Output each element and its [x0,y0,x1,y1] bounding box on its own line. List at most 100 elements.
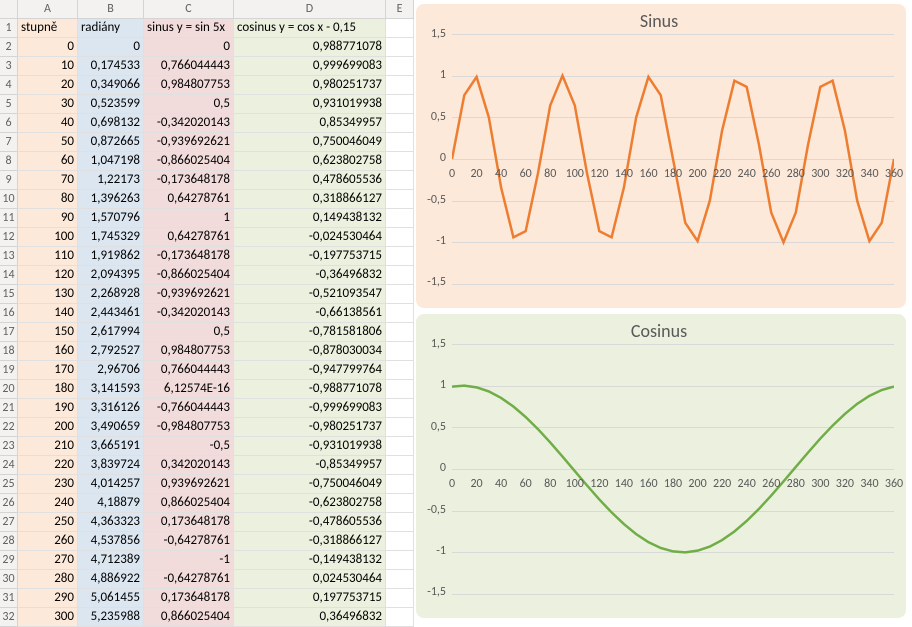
cell-A4[interactable]: 20 [18,76,78,95]
cell-E25[interactable] [386,475,414,494]
row-header[interactable]: 16 [0,304,18,323]
cell-B14[interactable]: 2,094395 [78,266,144,285]
data-grid[interactable]: A B C D E 1stupněradiánysinus y = sin 5x… [0,0,414,627]
row-header[interactable]: 20 [0,380,18,399]
cell-B10[interactable]: 1,396263 [78,190,144,209]
cell-D26[interactable]: -0,623802758 [234,494,386,513]
cell-D5[interactable]: 0,931019938 [234,95,386,114]
cell-A32[interactable]: 300 [18,608,78,627]
cell-A23[interactable]: 210 [18,437,78,456]
row-header[interactable]: 7 [0,133,18,152]
cell-E3[interactable] [386,57,414,76]
cell-D24[interactable]: -0,85349957 [234,456,386,475]
cell-B6[interactable]: 0,698132 [78,114,144,133]
cell-A31[interactable]: 290 [18,589,78,608]
row-header[interactable]: 15 [0,285,18,304]
cell-B21[interactable]: 3,316126 [78,399,144,418]
cell-A1[interactable]: stupně [18,19,78,38]
cell-E5[interactable] [386,95,414,114]
row-header[interactable]: 26 [0,494,18,513]
cell-E28[interactable] [386,532,414,551]
cell-C24[interactable]: 0,342020143 [144,456,234,475]
cell-C19[interactable]: 0,766044443 [144,361,234,380]
cell-C5[interactable]: 0,5 [144,95,234,114]
cell-B23[interactable]: 3,665191 [78,437,144,456]
cell-C26[interactable]: 0,866025404 [144,494,234,513]
row-header[interactable]: 9 [0,171,18,190]
col-header-A[interactable]: A [18,0,78,19]
cell-A18[interactable]: 160 [18,342,78,361]
cell-E19[interactable] [386,361,414,380]
row-header[interactable]: 6 [0,114,18,133]
row-header[interactable]: 12 [0,228,18,247]
cell-E29[interactable] [386,551,414,570]
cell-C6[interactable]: -0,342020143 [144,114,234,133]
cell-C4[interactable]: 0,984807753 [144,76,234,95]
cell-E17[interactable] [386,323,414,342]
cell-C15[interactable]: -0,939692621 [144,285,234,304]
cell-A21[interactable]: 190 [18,399,78,418]
cell-D17[interactable]: -0,781581806 [234,323,386,342]
row-header[interactable]: 2 [0,38,18,57]
row-header[interactable]: 19 [0,361,18,380]
cell-C1[interactable]: sinus y = sin 5x [144,19,234,38]
cell-B24[interactable]: 3,839724 [78,456,144,475]
cell-B1[interactable]: radiány [78,19,144,38]
cell-A28[interactable]: 260 [18,532,78,551]
cell-A30[interactable]: 280 [18,570,78,589]
cell-D20[interactable]: -0,988771078 [234,380,386,399]
cell-A12[interactable]: 100 [18,228,78,247]
cell-B8[interactable]: 1,047198 [78,152,144,171]
cell-A2[interactable]: 0 [18,38,78,57]
cell-A24[interactable]: 220 [18,456,78,475]
cell-A13[interactable]: 110 [18,247,78,266]
cell-E14[interactable] [386,266,414,285]
cell-C28[interactable]: -0,64278761 [144,532,234,551]
cell-E2[interactable] [386,38,414,57]
cell-E30[interactable] [386,570,414,589]
cell-E23[interactable] [386,437,414,456]
cell-A8[interactable]: 60 [18,152,78,171]
cell-D14[interactable]: -0,36496832 [234,266,386,285]
cell-E21[interactable] [386,399,414,418]
cell-C23[interactable]: -0,5 [144,437,234,456]
cell-C12[interactable]: 0,64278761 [144,228,234,247]
cell-A7[interactable]: 50 [18,133,78,152]
col-header-C[interactable]: C [144,0,234,19]
cell-B26[interactable]: 4,18879 [78,494,144,513]
row-header[interactable]: 30 [0,570,18,589]
cell-D3[interactable]: 0,999699083 [234,57,386,76]
row-header[interactable]: 5 [0,95,18,114]
cell-B15[interactable]: 2,268928 [78,285,144,304]
cell-B4[interactable]: 0,349066 [78,76,144,95]
cell-E32[interactable] [386,608,414,627]
row-header[interactable]: 21 [0,399,18,418]
cell-B19[interactable]: 2,96706 [78,361,144,380]
cell-D22[interactable]: -0,980251737 [234,418,386,437]
cell-E16[interactable] [386,304,414,323]
row-header[interactable]: 28 [0,532,18,551]
cell-B7[interactable]: 0,872665 [78,133,144,152]
cell-A19[interactable]: 170 [18,361,78,380]
cell-E9[interactable] [386,171,414,190]
cell-C31[interactable]: 0,173648178 [144,589,234,608]
cell-C30[interactable]: -0,64278761 [144,570,234,589]
cell-C11[interactable]: 1 [144,209,234,228]
row-header[interactable]: 24 [0,456,18,475]
cell-B29[interactable]: 4,712389 [78,551,144,570]
cell-E31[interactable] [386,589,414,608]
cell-B31[interactable]: 5,061455 [78,589,144,608]
row-header[interactable]: 11 [0,209,18,228]
cell-C3[interactable]: 0,766044443 [144,57,234,76]
cell-E18[interactable] [386,342,414,361]
cell-B13[interactable]: 1,919862 [78,247,144,266]
cell-D13[interactable]: -0,197753715 [234,247,386,266]
cell-C7[interactable]: -0,939692621 [144,133,234,152]
cell-B18[interactable]: 2,792527 [78,342,144,361]
cell-E24[interactable] [386,456,414,475]
cell-E15[interactable] [386,285,414,304]
row-header[interactable]: 17 [0,323,18,342]
cell-C29[interactable]: -1 [144,551,234,570]
cell-C17[interactable]: 0,5 [144,323,234,342]
cell-A25[interactable]: 230 [18,475,78,494]
